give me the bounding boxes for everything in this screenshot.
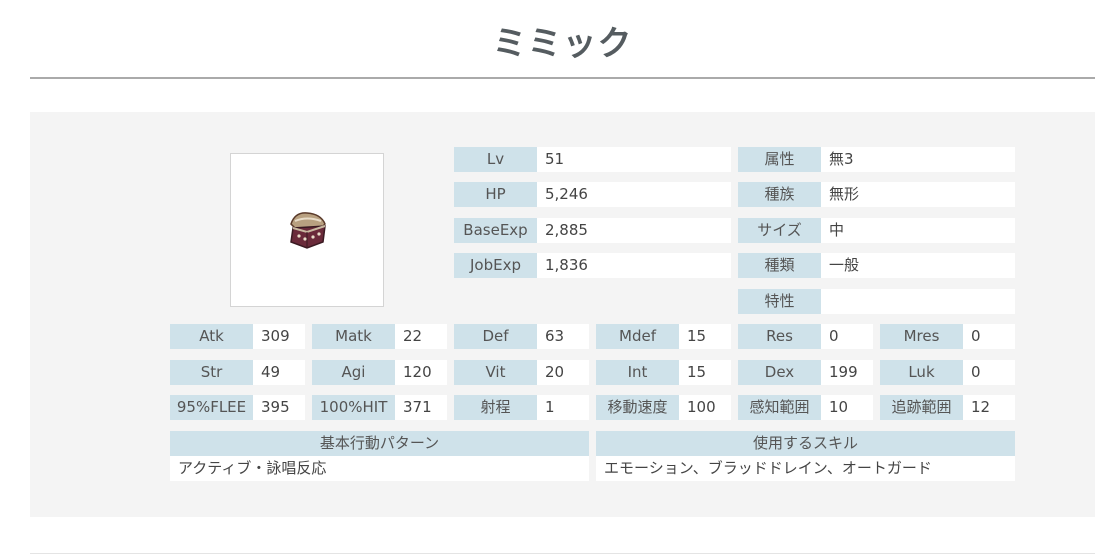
title-divider (30, 77, 1095, 79)
info-value-type: 一般 (821, 253, 1015, 278)
info-label-size: サイズ (738, 218, 821, 243)
stat-label-matk: Matk (312, 324, 395, 349)
info-value-element: 無3 (821, 147, 1015, 172)
stat-label-chase-range: 追跡範囲 (880, 395, 963, 420)
info-label-element: 属性 (738, 147, 821, 172)
info-label-type: 種類 (738, 253, 821, 278)
stat-value-chase-range: 12 (963, 395, 1015, 420)
stat-label-dex: Dex (738, 360, 821, 385)
stat-label-vit: Vit (454, 360, 537, 385)
info-label-jobexp: JobExp (454, 253, 537, 278)
info-value-trait (821, 289, 1015, 314)
stat-label-str: Str (170, 360, 253, 385)
stat-value-str: 49 (253, 360, 305, 385)
info-value-size: 中 (821, 218, 1015, 243)
stat-value-sense-range: 10 (821, 395, 873, 420)
stat-value-atk: 309 (253, 324, 305, 349)
info-label-race: 種族 (738, 182, 821, 207)
stat-label-mdef: Mdef (596, 324, 679, 349)
stat-label-hit: 100%HIT (312, 395, 395, 420)
info-value-hp: 5,246 (537, 182, 731, 207)
stat-label-luk: Luk (880, 360, 963, 385)
skills-value: エモーション、ブラッドドレイン、オートガード (596, 456, 1015, 481)
info-value-jobexp: 1,836 (537, 253, 731, 278)
stat-label-sense-range: 感知範囲 (738, 395, 821, 420)
stat-label-move-speed: 移動速度 (596, 395, 679, 420)
info-label-baseexp: BaseExp (454, 218, 537, 243)
monster-portrait (230, 153, 384, 307)
stat-value-luk: 0 (963, 360, 1015, 385)
info-value-baseexp: 2,885 (537, 218, 731, 243)
stat-value-def: 63 (537, 324, 589, 349)
info-label-lv: Lv (454, 147, 537, 172)
skills-header: 使用するスキル (596, 431, 1015, 456)
stat-value-int: 15 (679, 360, 731, 385)
info-value-race: 無形 (821, 182, 1015, 207)
behavior-value: アクティブ・詠唱反応 (170, 456, 589, 481)
stat-label-atk: Atk (170, 324, 253, 349)
stat-value-mres: 0 (963, 324, 1015, 349)
stat-value-matk: 22 (395, 324, 447, 349)
stat-value-range: 1 (537, 395, 589, 420)
stat-label-int: Int (596, 360, 679, 385)
stat-value-vit: 20 (537, 360, 589, 385)
stat-value-mdef: 15 (679, 324, 731, 349)
stat-value-dex: 199 (821, 360, 873, 385)
stat-value-agi: 120 (395, 360, 447, 385)
info-label-trait: 特性 (738, 289, 821, 314)
stat-label-agi: Agi (312, 360, 395, 385)
stat-label-def: Def (454, 324, 537, 349)
behavior-header: 基本行動パターン (170, 431, 589, 456)
mimic-chest-icon (290, 212, 326, 249)
stat-value-move-speed: 100 (679, 395, 731, 420)
page-title: ミミック (492, 24, 633, 64)
stat-label-range: 射程 (454, 395, 537, 420)
stat-label-flee: 95%FLEE (170, 395, 253, 420)
info-value-lv: 51 (537, 147, 731, 172)
stat-value-res: 0 (821, 324, 873, 349)
stat-value-hit: 371 (395, 395, 447, 420)
info-label-hp: HP (454, 182, 537, 207)
stat-label-mres: Mres (880, 324, 963, 349)
stat-label-res: Res (738, 324, 821, 349)
bottom-divider (30, 553, 1095, 554)
stat-value-flee: 395 (253, 395, 305, 420)
